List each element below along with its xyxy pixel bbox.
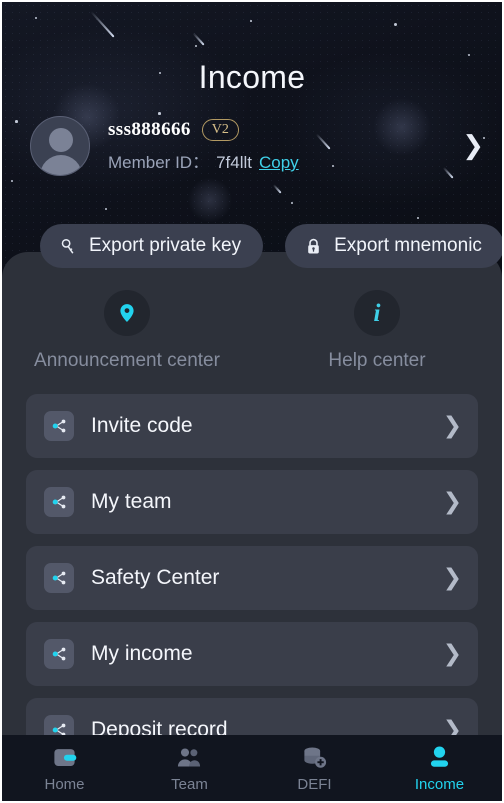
chevron-right-icon[interactable]: ❯ [443,414,462,438]
username: sss888666 [108,119,191,140]
nav-label: Home [44,775,85,793]
user-avatar-icon[interactable] [30,116,90,176]
chevron-right-icon[interactable]: ❯ [443,566,462,590]
shortcut-label: Announcement center [34,350,220,371]
page-title: Income [198,59,306,95]
username-row: sss888666 V2 [108,119,454,141]
coins-plus-icon [301,744,328,771]
menu-item-label: Safety Center [91,566,220,589]
people-icon [176,744,203,771]
menu-item-safety-center[interactable]: Safety Center ❯ [26,546,478,610]
menu-item-label: My income [91,642,193,665]
nav-label: Team [171,775,208,793]
menu-item-label: Invite code [91,414,193,437]
export-mnemonic-button[interactable]: Export mnemonic [285,224,502,268]
wallet-icon [51,744,78,771]
export-private-key-label: Export private key [89,235,242,256]
shortcut-label: Help center [328,350,426,371]
share-network-icon [44,563,74,593]
member-id-value: 7f4llt [216,153,252,172]
nav-label: DEFI [297,775,332,793]
nav-item-home[interactable]: Home [2,735,127,801]
nav-item-income[interactable]: Income [377,735,502,801]
level-badge: V2 [201,119,239,141]
member-id-label: Member ID： [108,153,210,172]
menu-item-my-income[interactable]: My income ❯ [26,622,478,686]
content-panel: Announcement center i Help center Invite… [2,252,502,801]
app-root: Income sss888666 V2 Member ID： 7f4llt Co… [0,0,504,803]
nav-item-defi[interactable]: DEFI [252,735,377,801]
profile-info: sss888666 V2 Member ID： 7f4llt Copy [108,119,454,173]
menu-item-my-team[interactable]: My team ❯ [26,470,478,534]
shortcut-help-center[interactable]: i Help center [252,290,502,372]
chevron-right-icon[interactable]: ❯ [443,642,462,666]
copy-member-id-link[interactable]: Copy [259,153,299,173]
info-icon: i [354,290,400,336]
chevron-right-icon[interactable]: ❯ [462,133,484,159]
nav-item-team[interactable]: Team [127,735,252,801]
share-network-icon [44,411,74,441]
nav-label: Income [414,775,465,793]
member-id-row: Member ID： 7f4llt Copy [108,148,454,173]
export-mnemonic-label: Export mnemonic [334,235,482,256]
person-icon [426,744,453,771]
shortcut-announcement-center[interactable]: Announcement center [2,290,252,372]
menu-item-invite-code[interactable]: Invite code ❯ [26,394,478,458]
share-network-icon [44,487,74,517]
export-buttons-row: Export private key Export mnemonic [2,224,502,268]
shortcuts-row: Announcement center i Help center [2,290,502,372]
export-private-key-button[interactable]: Export private key [40,224,264,268]
profile-row[interactable]: sss888666 V2 Member ID： 7f4llt Copy ❯ [2,106,502,186]
menu-item-label: My team [91,490,172,513]
location-pin-icon [104,290,150,336]
lock-icon [304,237,323,256]
key-icon [59,237,78,256]
bottom-navigation-bar: Home Team DEFI Income [2,735,502,801]
share-network-icon [44,639,74,669]
chevron-right-icon[interactable]: ❯ [443,490,462,514]
